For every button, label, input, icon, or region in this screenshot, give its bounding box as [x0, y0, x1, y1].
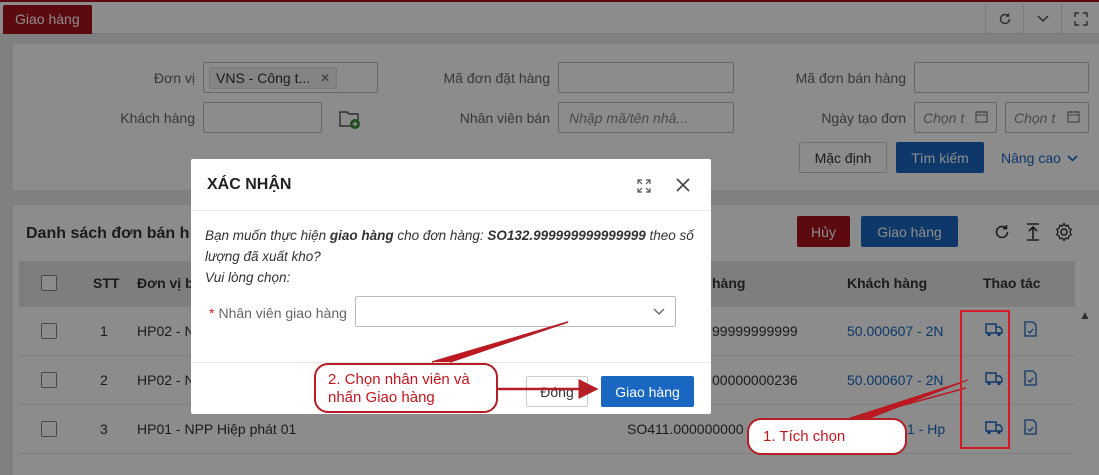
highlight-truck-icons — [960, 310, 1010, 449]
step2-line2: nhấn Giao hàng — [328, 389, 435, 406]
callout-pointer — [431, 321, 569, 363]
step2-line1: 2. Chọn nhân viên và — [328, 371, 470, 388]
step1-callout: 1. Tích chọn — [747, 418, 907, 455]
annotation-arrows — [431, 321, 969, 419]
arrow-to-truck — [859, 387, 967, 418]
callout-pointer — [849, 379, 969, 419]
step2-callout: 2. Chọn nhân viên và nhấn Giao hàng — [314, 363, 498, 413]
